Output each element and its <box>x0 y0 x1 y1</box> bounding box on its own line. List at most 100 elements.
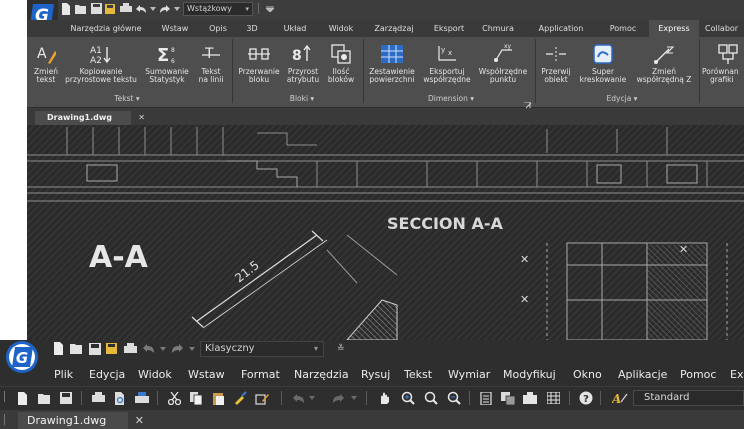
zoom-previous-icon[interactable] <box>446 390 462 406</box>
save-as-icon[interactable] <box>106 342 119 355</box>
point-coordinates-button[interactable]: xy Współrzędne punktu <box>475 40 531 84</box>
tab-layout[interactable]: Układ <box>277 20 313 37</box>
menu-express[interactable]: Ex <box>730 368 743 381</box>
document-tab[interactable]: Drawing1.dwg ✕ <box>35 111 145 125</box>
menu-edit[interactable]: Edycja <box>89 368 125 381</box>
table-icon[interactable] <box>545 390 561 406</box>
design-center-icon[interactable] <box>500 390 516 406</box>
open-folder-icon[interactable] <box>36 390 52 406</box>
tool-palettes-icon[interactable] <box>522 390 538 406</box>
tab-application[interactable]: Application <box>531 20 591 37</box>
customize-toolbar-icon[interactable] <box>264 3 276 15</box>
group-label-blocks[interactable]: Bloki ▾ <box>277 94 327 105</box>
tab-annotate[interactable]: Opis <box>203 20 233 37</box>
properties-icon[interactable] <box>478 390 494 406</box>
save-icon[interactable] <box>90 3 102 15</box>
zoom-realtime-icon[interactable] <box>400 390 416 406</box>
menu-window[interactable]: Okno <box>573 368 602 381</box>
tab-cloud[interactable]: Chmura <box>479 20 517 37</box>
menu-help[interactable]: Pomoc <box>680 368 716 381</box>
save-as-icon[interactable] <box>105 3 117 15</box>
block-break-button[interactable]: Przerwanie bloku <box>235 40 283 84</box>
menu-format[interactable]: Format <box>241 368 280 381</box>
menu-file[interactable]: Plik <box>54 368 73 381</box>
group-label-text[interactable]: Tekst ▾ <box>87 94 167 105</box>
tab-view[interactable]: Widok <box>323 20 359 37</box>
new-file-icon[interactable] <box>14 390 30 406</box>
break-object-button[interactable]: Przerwij obiekt <box>538 40 574 84</box>
redo-icon[interactable] <box>159 3 171 15</box>
save-icon[interactable] <box>58 390 74 406</box>
undo-icon[interactable] <box>142 342 155 355</box>
text-on-line-button[interactable]: T Tekst na linii <box>195 40 227 84</box>
change-text-button[interactable]: A Zmień tekst <box>31 40 61 84</box>
incremental-text-copy-button[interactable]: A1 A2 Kopiowanie przyrostowe tekstu <box>63 40 139 84</box>
menu-tools[interactable]: Narzędzia <box>294 368 349 381</box>
group-label-dimension[interactable]: Dimension ▾ <box>421 94 481 105</box>
open-folder-icon[interactable] <box>70 342 83 355</box>
help-icon[interactable]: ? <box>578 390 594 406</box>
redo-dropdown-icon[interactable] <box>189 342 195 355</box>
panel-launcher-icon[interactable] <box>524 95 532 109</box>
new-file-icon[interactable] <box>52 342 65 355</box>
text-style-select[interactable]: Standard <box>633 390 744 406</box>
menu-view[interactable]: Widok <box>138 368 172 381</box>
undo-dropdown-icon[interactable] <box>160 342 166 355</box>
tab-home[interactable]: Narzędzia główne <box>63 20 149 37</box>
tab-express[interactable]: Express <box>649 20 699 37</box>
workspace-select[interactable]: Wstążkowy ▾ <box>183 1 253 16</box>
undo-icon[interactable] <box>290 390 306 406</box>
cut-icon[interactable] <box>166 390 182 406</box>
tab-export[interactable]: Eksport <box>429 20 469 37</box>
paste-icon[interactable] <box>210 390 226 406</box>
sum-statistics-button[interactable]: Σ86 Sumowanie Statystyk <box>141 40 193 84</box>
workspace-select[interactable]: Klasyczny ▾ <box>200 340 324 357</box>
open-folder-icon[interactable] <box>75 3 87 15</box>
print-icon[interactable] <box>90 390 106 406</box>
pan-icon[interactable] <box>376 390 392 406</box>
zoom-window-icon[interactable] <box>423 390 439 406</box>
print-icon[interactable] <box>124 342 137 355</box>
close-icon[interactable]: ✕ <box>138 111 145 125</box>
text-style-icon[interactable]: A <box>612 390 628 406</box>
menu-apps[interactable]: Aplikacje <box>618 368 667 381</box>
close-icon[interactable]: ✕ <box>135 412 144 429</box>
block-count-button[interactable]: Ilość bloków <box>323 40 359 84</box>
print-preview-icon[interactable] <box>112 390 128 406</box>
drawing-canvas[interactable]: SECCION A-A A-A 21.5 ✕ ✕ ✕ <box>27 125 744 340</box>
undo-icon[interactable] <box>135 3 147 15</box>
undo-dropdown-icon[interactable] <box>150 3 156 15</box>
redo-dropdown-icon[interactable] <box>350 390 358 406</box>
export-coordinates-button[interactable]: xy Eksportuj współrzędne <box>421 40 473 84</box>
menu-dimension[interactable]: Wymiar <box>448 368 490 381</box>
new-file-icon[interactable] <box>60 2 72 15</box>
tab-help[interactable]: Pomoc <box>603 20 643 37</box>
compare-graphics-button[interactable]: Porównan grafiki <box>702 40 744 84</box>
copy-icon[interactable] <box>188 390 204 406</box>
tab-manage[interactable]: Zarządzaj <box>369 20 419 37</box>
customize-toolbar-icon[interactable]: ≚ <box>337 344 345 354</box>
redo-dropdown-icon[interactable] <box>174 3 180 15</box>
menu-text[interactable]: Tekst <box>404 368 432 381</box>
change-z-coordinate-button[interactable]: Zmień współrzędną Z <box>631 40 697 84</box>
plot-icon[interactable] <box>134 390 150 406</box>
menu-modify[interactable]: Modyfikuj <box>503 368 556 381</box>
redo-icon[interactable] <box>330 390 346 406</box>
undo-dropdown-icon[interactable] <box>308 390 316 406</box>
block-editor-icon[interactable] <box>254 390 270 406</box>
chevron-down-icon: ▾ <box>245 4 249 13</box>
tab-3d[interactable]: 3D <box>241 20 263 37</box>
tab-collaborate[interactable]: Collabor <box>705 20 744 37</box>
tab-insert[interactable]: Wstaw <box>153 20 197 37</box>
group-label-edit[interactable]: Edycja ▾ <box>597 94 647 105</box>
document-tab[interactable]: Drawing1.dwg ✕ <box>18 412 144 429</box>
print-icon[interactable] <box>120 3 132 15</box>
area-summary-button[interactable]: Zestawienie powierzchni <box>365 40 419 84</box>
save-icon[interactable] <box>88 342 101 355</box>
menu-insert[interactable]: Wstaw <box>188 368 225 381</box>
redo-icon[interactable] <box>171 342 184 355</box>
menu-draw[interactable]: Rysuj <box>361 368 390 381</box>
match-properties-icon[interactable] <box>232 390 248 406</box>
attribute-increment-button[interactable]: 8 Przyrost atrybutu <box>285 40 321 84</box>
super-hatch-button[interactable]: Super kreskowanie <box>575 40 631 84</box>
